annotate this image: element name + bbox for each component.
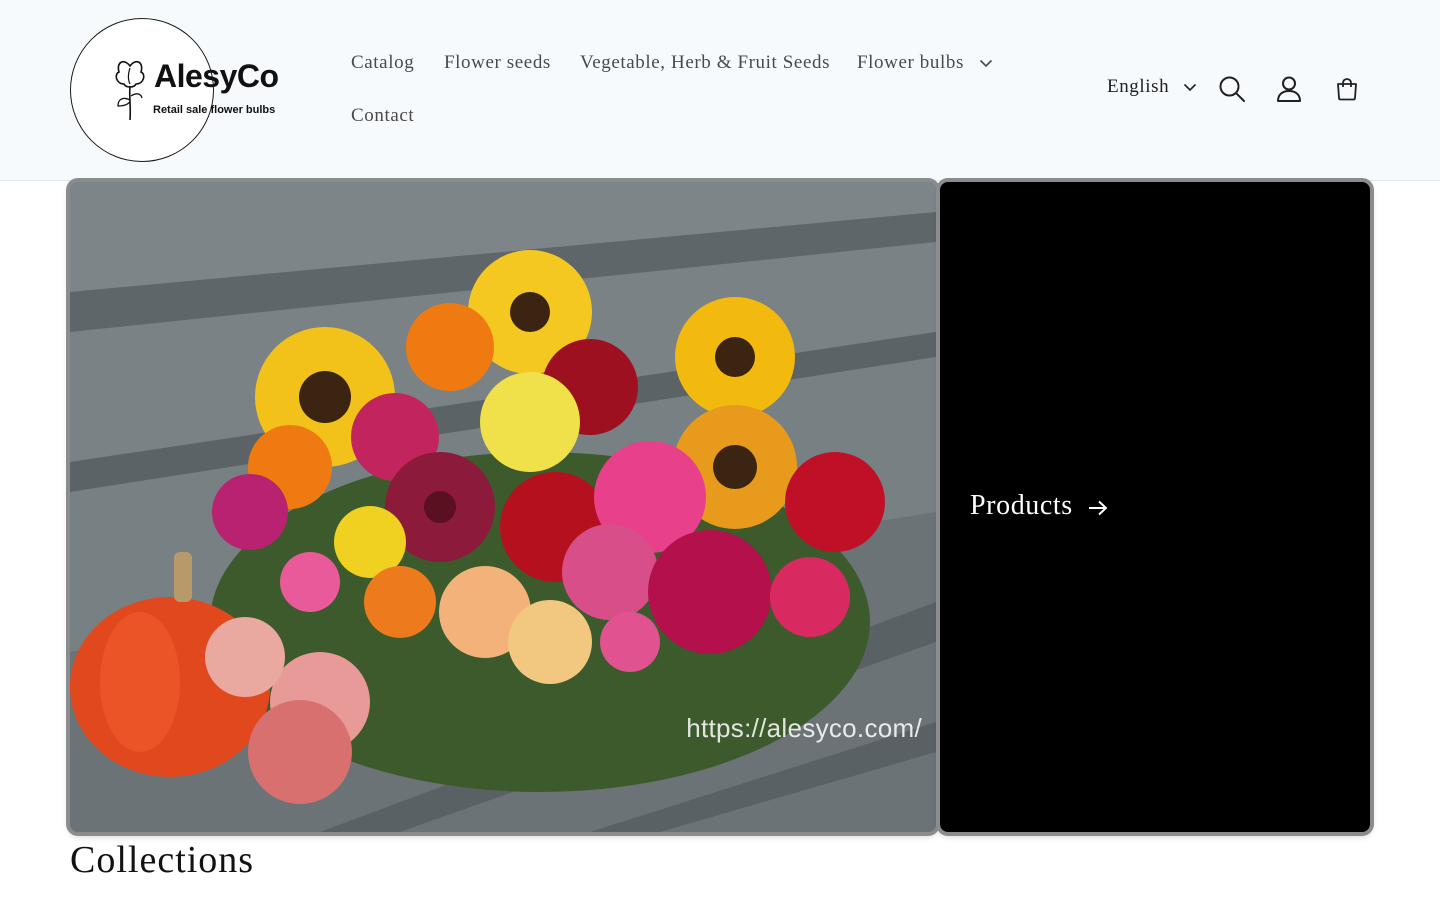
nav-item-catalog[interactable]: Catalog (351, 52, 414, 74)
logo-name: AlesyCo (154, 58, 279, 94)
account-button[interactable] (1270, 70, 1308, 108)
logo[interactable]: AlesyCo Retail sale flower bulbs (70, 18, 279, 162)
search-button[interactable] (1213, 70, 1251, 108)
language-selector[interactable]: English (1107, 76, 1197, 98)
account-icon (1277, 76, 1301, 102)
hero-image: https://alesyco.com/ (70, 182, 936, 832)
arrow-right-icon (1089, 500, 1108, 515)
products-link[interactable]: Products (970, 490, 1108, 522)
cart-button[interactable] (1328, 70, 1366, 108)
nav-item-flower-bulbs[interactable]: Flower bulbs (857, 52, 993, 74)
logo-tagline: Retail sale flower bulbs (153, 104, 276, 116)
site-header: AlesyCo Retail sale flower bulbs Catalog… (0, 0, 1440, 181)
nav-item-vegetable-herb-fruit-seeds[interactable]: Vegetable, Herb & Fruit Seeds (580, 52, 830, 74)
products-link-label: Products (970, 490, 1073, 521)
search-icon (1219, 76, 1245, 102)
chevron-down-icon (1183, 84, 1196, 92)
chevron-down-icon (980, 60, 993, 68)
cart-icon (1337, 78, 1357, 101)
nav-item-label: Flower bulbs (857, 52, 964, 73)
nav-item-flower-seeds[interactable]: Flower seeds (444, 52, 551, 74)
nav-item-label: Vegetable, Herb & Fruit Seeds (580, 52, 831, 73)
nav-item-contact[interactable]: Contact (351, 105, 414, 127)
nav-item-label: Contact (351, 105, 415, 126)
nav-item-label: Catalog (351, 52, 415, 73)
language-label: English (1107, 76, 1170, 97)
collections-heading: Collections (70, 839, 255, 881)
nav-item-label: Flower seeds (444, 52, 551, 73)
products-card[interactable]: Products (940, 182, 1370, 832)
image-watermark: https://alesyco.com/ (686, 713, 922, 743)
flower-logo-icon (115, 60, 145, 121)
